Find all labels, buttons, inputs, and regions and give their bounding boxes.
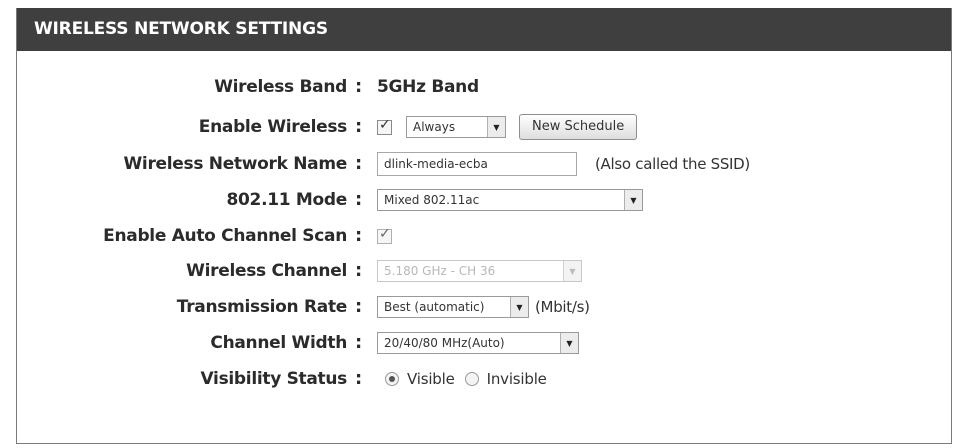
row-transmission-rate: Transmission Rate : Best (automatic) ▼ (… — [17, 291, 947, 323]
tx-rate-select[interactable]: Best (automatic) ▼ — [377, 296, 529, 318]
auto-channel-label: Enable Auto Channel Scan — [103, 226, 347, 246]
channel-select-value: 5.180 GHz - CH 36 — [384, 264, 496, 278]
row-802-11-mode: 802.11 Mode : Mixed 802.11ac ▼ — [17, 184, 947, 216]
ssid-input[interactable]: dlink-media-ecba — [377, 152, 577, 176]
schedule-select-value: Always — [413, 120, 456, 134]
tx-rate-select-value: Best (automatic) — [384, 300, 485, 314]
row-wireless-channel: Wireless Channel : 5.180 GHz - CH 36 ▼ — [17, 255, 947, 287]
colon: : — [355, 296, 363, 317]
channel-width-select[interactable]: 20/40/80 MHz(Auto) ▼ — [377, 332, 579, 354]
row-visibility-status: Visibility Status : Visible Invisible — [17, 363, 947, 395]
tx-rate-label: Transmission Rate — [176, 297, 348, 317]
section-title: WIRELESS NETWORK SETTINGS — [17, 8, 951, 51]
wireless-channel-label: Wireless Channel — [186, 261, 347, 281]
row-enable-wireless: Enable Wireless : Always ▼ New Schedule — [17, 111, 947, 143]
visibility-label: Visibility Status — [200, 369, 348, 389]
dropdown-arrow-icon: ▼ — [487, 117, 505, 137]
invisible-radio[interactable] — [464, 372, 479, 386]
row-auto-channel: Enable Auto Channel Scan : — [17, 220, 947, 252]
dropdown-arrow-icon: ▼ — [563, 261, 581, 281]
dropdown-arrow-icon: ▼ — [624, 190, 642, 210]
wireless-band-label: Wireless Band — [214, 77, 347, 97]
wireless-band-value: 5GHz Band — [377, 77, 479, 97]
dropdown-arrow-icon: ▼ — [510, 297, 528, 317]
mode-select[interactable]: Mixed 802.11ac ▼ — [377, 189, 643, 211]
wireless-settings-panel: WIRELESS NETWORK SETTINGS Wireless Band … — [16, 8, 952, 444]
colon: : — [355, 153, 363, 174]
colon: : — [355, 332, 363, 353]
row-network-name: Wireless Network Name : dlink-media-ecba… — [17, 148, 947, 180]
channel-select[interactable]: 5.180 GHz - CH 36 ▼ — [377, 260, 582, 282]
channel-width-select-value: 20/40/80 MHz(Auto) — [384, 336, 505, 350]
new-schedule-button[interactable]: New Schedule — [519, 114, 638, 140]
colon: : — [355, 76, 363, 97]
tx-rate-unit: (Mbit/s) — [535, 298, 590, 316]
row-wireless-band: Wireless Band : 5GHz Band — [17, 71, 947, 103]
mode-label: 802.11 Mode — [226, 190, 347, 210]
colon: : — [355, 189, 363, 210]
visible-radio[interactable] — [385, 372, 399, 386]
invisible-radio-label: Invisible — [486, 370, 547, 388]
visible-radio-label: Visible — [407, 370, 455, 388]
row-channel-width: Channel Width : 20/40/80 MHz(Auto) ▼ — [17, 327, 947, 359]
dropdown-arrow-icon: ▼ — [560, 333, 578, 353]
channel-width-label: Channel Width — [210, 333, 347, 353]
enable-wireless-label: Enable Wireless — [198, 117, 348, 137]
ssid-hint: (Also called the SSID) — [595, 155, 750, 173]
colon: : — [355, 225, 363, 246]
network-name-label: Wireless Network Name — [123, 154, 347, 174]
mode-select-value: Mixed 802.11ac — [384, 193, 480, 207]
colon: : — [355, 260, 363, 281]
enable-wireless-checkbox[interactable] — [377, 117, 392, 135]
auto-channel-checkbox[interactable] — [377, 226, 392, 244]
schedule-select[interactable]: Always ▼ — [406, 116, 506, 138]
colon: : — [355, 368, 363, 389]
colon: : — [355, 116, 363, 137]
